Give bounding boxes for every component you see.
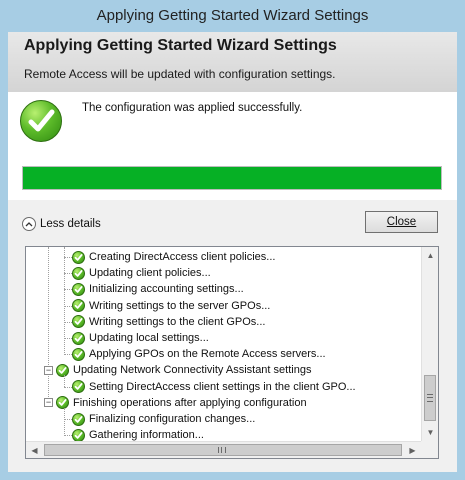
progress-bar bbox=[22, 166, 442, 190]
less-details-toggle[interactable]: Less details bbox=[22, 215, 101, 233]
tree-item[interactable]: Updating local settings... bbox=[72, 330, 209, 346]
tree-item-label: Initializing accounting settings... bbox=[89, 283, 244, 296]
tree-connector bbox=[64, 354, 72, 356]
dialog-body: Applying Getting Started Wizard Settings… bbox=[8, 32, 457, 472]
tree-connector bbox=[64, 386, 72, 388]
close-button[interactable]: Close bbox=[365, 211, 438, 233]
tree-line bbox=[64, 247, 65, 356]
tree-item-label: Writing settings to the client GPOs... bbox=[89, 315, 266, 328]
check-icon bbox=[72, 299, 85, 313]
tree-connector bbox=[64, 305, 72, 307]
tree-item-label: Gathering information... bbox=[89, 429, 204, 442]
check-icon bbox=[72, 428, 85, 442]
tree-connector bbox=[64, 273, 72, 275]
tree-item-label: Updating client policies... bbox=[89, 267, 211, 280]
tree-line bbox=[64, 375, 65, 388]
close-button-label: Close bbox=[386, 216, 417, 228]
tree-item[interactable]: Writing settings to the client GPOs... bbox=[72, 314, 265, 330]
tree-item[interactable]: Updating client policies... bbox=[72, 265, 211, 281]
tree-item-label: Applying GPOs on the Remote Access serve… bbox=[89, 348, 326, 361]
tree-item-label: Updating local settings... bbox=[89, 332, 209, 344]
tree-line bbox=[64, 407, 65, 437]
tree-item-label: Writing settings to the server GPOs... bbox=[89, 299, 271, 312]
horizontal-scroll-thumb[interactable] bbox=[44, 444, 402, 456]
check-icon bbox=[72, 331, 85, 345]
scroll-down-icon[interactable]: ▼ bbox=[422, 424, 438, 441]
vertical-scroll-thumb[interactable] bbox=[424, 375, 436, 421]
tree-connector bbox=[64, 338, 72, 339]
collapse-icon[interactable]: − bbox=[44, 398, 53, 408]
tree-item-label: Finalizing configuration changes... bbox=[89, 413, 256, 425]
tree-item-label: Creating DirectAccess client policies... bbox=[89, 251, 276, 263]
collapse-icon[interactable]: − bbox=[44, 365, 53, 375]
tree-item[interactable]: Initializing accounting settings... bbox=[72, 281, 244, 297]
tree-connector bbox=[64, 257, 72, 258]
status-panel: The configuration was applied successful… bbox=[8, 92, 457, 200]
check-icon bbox=[72, 380, 85, 394]
tree-item[interactable]: Writing settings to the server GPOs... bbox=[72, 298, 270, 314]
scroll-up-icon[interactable]: ▲ bbox=[422, 247, 438, 264]
tree-item-label: Setting DirectAccess client settings in … bbox=[89, 380, 356, 393]
check-icon bbox=[56, 363, 69, 377]
check-icon bbox=[72, 266, 85, 280]
check-icon bbox=[72, 347, 85, 361]
horizontal-scrollbar[interactable]: ◀ ▶ bbox=[26, 441, 421, 458]
less-details-label: Less details bbox=[40, 218, 101, 230]
header-banner: Applying Getting Started Wizard Settings… bbox=[8, 32, 457, 92]
scroll-corner bbox=[421, 441, 438, 458]
scroll-left-icon[interactable]: ◀ bbox=[26, 442, 43, 458]
check-icon bbox=[72, 282, 85, 296]
tree-item[interactable]: Applying GPOs on the Remote Access serve… bbox=[72, 346, 326, 362]
check-icon bbox=[72, 412, 85, 426]
tree-item-label: Finishing operations after applying conf… bbox=[73, 396, 307, 409]
scroll-right-icon[interactable]: ▶ bbox=[404, 442, 421, 458]
tree-item[interactable]: Setting DirectAccess client settings in … bbox=[72, 379, 356, 395]
tree-parent-item[interactable]: − Updating Network Connectivity Assistant… bbox=[44, 362, 311, 378]
tree-item[interactable]: Creating DirectAccess client policies... bbox=[72, 249, 275, 265]
tree-connector bbox=[64, 435, 72, 437]
tree-connector bbox=[64, 289, 72, 291]
tree-connector bbox=[64, 321, 72, 323]
dialog-window: Applying Getting Started Wizard Settings… bbox=[0, 0, 465, 480]
status-message: The configuration was applied successful… bbox=[82, 102, 303, 114]
tree-connector bbox=[64, 419, 72, 420]
check-icon bbox=[72, 250, 85, 264]
tree-item-label: Updating Network Connectivity Assistant … bbox=[73, 364, 312, 377]
page-subtitle: Remote Access will be updated with confi… bbox=[24, 67, 336, 81]
progress-fill bbox=[23, 167, 441, 189]
page-title: Applying Getting Started Wizard Settings bbox=[24, 37, 337, 54]
check-icon bbox=[72, 315, 85, 329]
window-title: Applying Getting Started Wizard Settings bbox=[96, 7, 369, 24]
tree-parent-item[interactable]: − Finishing operations after applying con… bbox=[44, 395, 307, 411]
tree-item[interactable]: Finalizing configuration changes... bbox=[72, 411, 255, 427]
vertical-scrollbar[interactable]: ▲ ▼ bbox=[421, 247, 438, 441]
progress-tree[interactable]: Creating DirectAccess client policies...… bbox=[25, 246, 439, 459]
check-icon bbox=[56, 396, 69, 410]
chevron-up-icon bbox=[22, 217, 36, 231]
success-check-icon bbox=[20, 100, 62, 142]
